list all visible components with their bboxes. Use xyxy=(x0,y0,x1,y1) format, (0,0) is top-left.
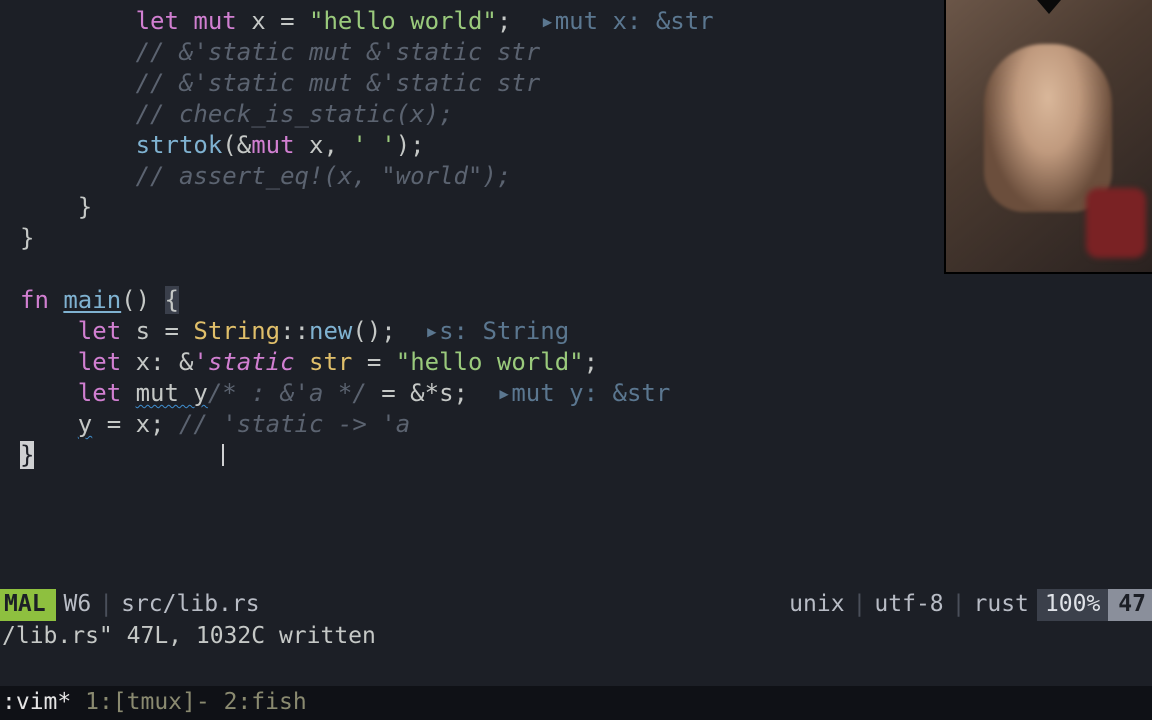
filetype: rust xyxy=(966,590,1037,620)
tmux-statusbar[interactable]: :vim* 1:[tmux]- 2:fish xyxy=(0,686,1152,720)
tmux-window-active[interactable]: :vim* xyxy=(2,688,71,718)
tmux-window[interactable]: 2:fish xyxy=(210,688,307,718)
command-message: /lib.rs" 47L, 1032C written xyxy=(0,621,1152,653)
window-number: W6 xyxy=(56,590,100,620)
code-line: y = x; // 'static -> 'a xyxy=(20,409,1152,440)
cursor-position: 47 xyxy=(1108,589,1152,621)
code-line: let x: &'static str = "hello world"; xyxy=(20,347,1152,378)
webcam-overlay xyxy=(944,0,1152,274)
fileformat: unix xyxy=(781,590,852,620)
tmux-window[interactable]: 1:[tmux]- xyxy=(71,688,209,718)
code-line: let mut y/* : &'a */ = &*s; ▸mut y: &str xyxy=(20,378,1152,409)
mode-indicator: MAL xyxy=(0,589,56,621)
encoding: utf-8 xyxy=(866,590,951,620)
text-cursor xyxy=(222,444,224,466)
code-line: } xyxy=(20,440,1152,471)
file-path: src/lib.rs xyxy=(113,590,267,620)
code-line: fn main() { xyxy=(20,285,1152,316)
statusline: MAL W6 | src/lib.rs unix | utf-8 | rust … xyxy=(0,589,1152,621)
code-line: let s = String::new(); ▸s: String xyxy=(20,316,1152,347)
cursor: } xyxy=(20,441,34,469)
scroll-percent: 100% xyxy=(1037,589,1108,621)
chevron-down-icon xyxy=(1037,0,1061,14)
